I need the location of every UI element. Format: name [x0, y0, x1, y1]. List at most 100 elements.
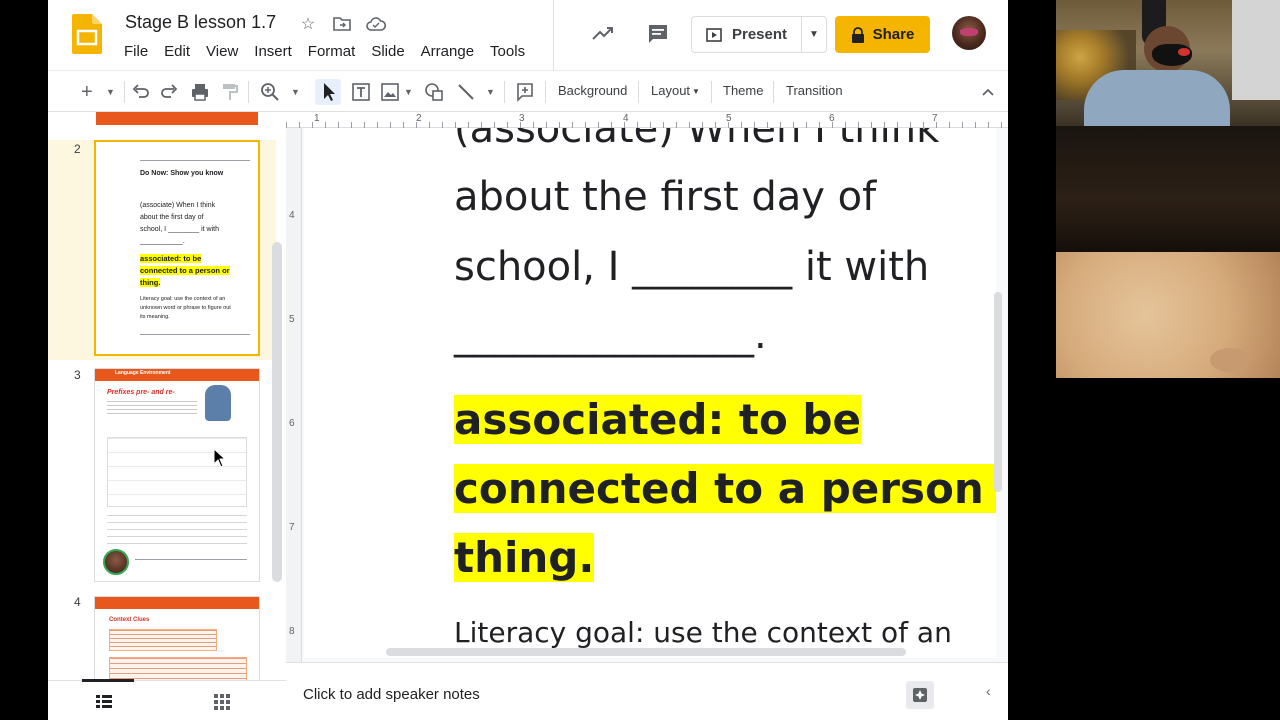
horizontal-ruler: 1 2 3 4 5 6 7	[286, 112, 1008, 128]
video-tile-participant	[1056, 0, 1280, 126]
slide-definition[interactable]: associated: to be connected to a person …	[454, 390, 996, 588]
thumbnail-body: (associate) When I think about the first…	[140, 200, 219, 248]
canvas-horizontal-scrollbar[interactable]	[386, 648, 906, 656]
add-comment-icon[interactable]	[515, 81, 535, 103]
thumbnail-line: ___________.	[140, 238, 185, 245]
menu-tools[interactable]: Tools	[490, 43, 533, 60]
thumbnail-line: unknown word or phrase to figure out	[140, 305, 231, 311]
move-folder-icon[interactable]	[332, 14, 352, 34]
thumbnail-header-bar	[96, 112, 258, 125]
present-button[interactable]: Present	[692, 17, 802, 52]
slide-filmstrip: 2 Do Now: Show you know (associate) When…	[48, 112, 286, 680]
transition-button[interactable]: Transition	[786, 83, 843, 98]
definition-line: connected to a person or	[454, 464, 996, 513]
menu-view[interactable]: View	[206, 43, 246, 60]
ruler-label: 7	[289, 522, 295, 533]
canvas-vertical-scrollbar[interactable]	[994, 292, 1002, 492]
slide-canvas-area: 1 2 3 4 5 6 7 4 5 6 7 8 (associate) When…	[286, 112, 1008, 662]
cloud-status-icon[interactable]	[366, 14, 386, 34]
slide-number: 3	[74, 368, 81, 382]
collapse-toolbar-icon[interactable]	[980, 81, 996, 103]
slide-literacy-goal[interactable]: Literacy goal: use the context of an	[454, 616, 952, 649]
menu-slide[interactable]: Slide	[371, 43, 412, 60]
present-button-group: Present ▼	[691, 16, 827, 53]
print-icon[interactable]	[190, 81, 210, 103]
ruler-label: 5	[289, 314, 295, 325]
slide-line-blank[interactable]: _______________.	[454, 312, 767, 358]
image-icon[interactable]	[380, 81, 400, 103]
select-arrow-icon[interactable]	[322, 81, 336, 103]
thumbnail-line: school, I ________ it with	[140, 226, 219, 233]
share-button[interactable]: Share	[835, 16, 930, 53]
menu-file[interactable]: File	[124, 43, 156, 60]
participant-shirt	[1084, 70, 1230, 126]
video-tile-blurry	[1056, 252, 1280, 378]
line-icon[interactable]	[456, 81, 476, 103]
thumbnail-rule	[140, 334, 250, 335]
layout-button[interactable]: Layout	[651, 83, 690, 98]
zoom-icon[interactable]	[260, 81, 280, 103]
slide-line-associate[interactable]: (associate) When I think	[454, 128, 939, 152]
slide-line-school[interactable]: school, I ________ it with	[454, 244, 929, 290]
thumbnail-title: Do Now: Show you know	[140, 170, 224, 177]
comment-icon[interactable]	[646, 22, 670, 46]
document-title[interactable]: Stage B lesson 1.7	[125, 12, 276, 33]
image-dropdown[interactable]: ▼	[404, 81, 413, 103]
definition-line: thing.	[454, 533, 595, 582]
explore-button[interactable]	[906, 681, 934, 709]
toolbar-separator	[773, 81, 774, 103]
zoom-dropdown[interactable]: ▼	[291, 81, 300, 103]
thumbnail-illustration	[205, 385, 231, 421]
slide-thumbnail-1[interactable]	[96, 112, 258, 125]
new-slide-icon[interactable]: +	[81, 81, 93, 103]
thumbnail-text-lines	[107, 515, 247, 545]
undo-icon[interactable]	[130, 81, 150, 103]
redo-icon[interactable]	[160, 81, 180, 103]
toolbar: + ▼ ▼ ▼ ▼ Background Layout ▼ Theme Tran…	[48, 70, 1008, 112]
menu-insert[interactable]: Insert	[254, 43, 300, 60]
thumbnail-text-box	[109, 629, 217, 651]
slide-number: 2	[74, 142, 81, 156]
menu-format[interactable]: Format	[308, 43, 364, 60]
thumbnail-text-box	[109, 657, 247, 680]
side-panel-toggle-icon[interactable]: ‹	[986, 683, 991, 699]
slides-logo[interactable]	[72, 14, 102, 54]
list-view-icon[interactable]	[96, 694, 112, 708]
thumbnail-line: connected to a person or	[140, 266, 230, 275]
star-icon[interactable]: ☆	[298, 14, 318, 34]
grid-view-icon[interactable]	[214, 694, 230, 710]
shape-icon[interactable]	[424, 81, 444, 103]
speaker-notes-placeholder[interactable]: Click to add speaker notes	[303, 686, 480, 703]
thumbnail-rule	[140, 160, 250, 161]
menu-edit[interactable]: Edit	[164, 43, 198, 60]
user-avatar[interactable]	[952, 16, 986, 50]
toolbar-separator	[248, 81, 249, 103]
speaker-notes[interactable]: Click to add speaker notes ‹	[286, 662, 1008, 720]
lock-icon	[851, 26, 864, 43]
slide-line-first-day[interactable]: about the first day of	[454, 174, 876, 220]
menu-arrange[interactable]: Arrange	[421, 43, 482, 60]
activity-dashboard-icon[interactable]	[591, 22, 615, 46]
theme-button[interactable]: Theme	[723, 83, 763, 98]
share-label: Share	[872, 26, 915, 43]
toolbar-separator	[124, 81, 125, 103]
line-dropdown[interactable]: ▼	[486, 81, 495, 103]
text-box-icon[interactable]	[351, 81, 371, 103]
paint-format-icon[interactable]	[220, 81, 240, 103]
thumbnail-line: associated: to be	[140, 254, 202, 263]
background-button[interactable]: Background	[558, 83, 627, 98]
present-options-dropdown[interactable]: ▼	[802, 29, 826, 40]
top-bar: Stage B lesson 1.7 ☆ File Edit View Inse…	[48, 0, 1008, 70]
toolbar-separator	[545, 81, 546, 103]
slide-thumbnail-2[interactable]: Do Now: Show you know (associate) When I…	[94, 140, 260, 356]
slide-thumbnail-3[interactable]: Language Environment Prefixes pre- and r…	[94, 368, 260, 582]
new-slide-layout-dropdown[interactable]: ▼	[106, 81, 115, 103]
mouse-cursor-icon	[213, 448, 227, 468]
ruler-label: 6	[289, 418, 295, 429]
slide-thumbnail-4[interactable]: Context Clues	[94, 596, 260, 680]
filmstrip-view-switcher	[48, 679, 286, 720]
filmstrip-scrollbar[interactable]	[272, 242, 282, 582]
menu-bar: File Edit View Insert Format Slide Arran…	[124, 43, 541, 60]
slide-page[interactable]: (associate) When I think about the first…	[304, 128, 996, 658]
thumbnail-line: (associate) When I think	[140, 202, 216, 209]
